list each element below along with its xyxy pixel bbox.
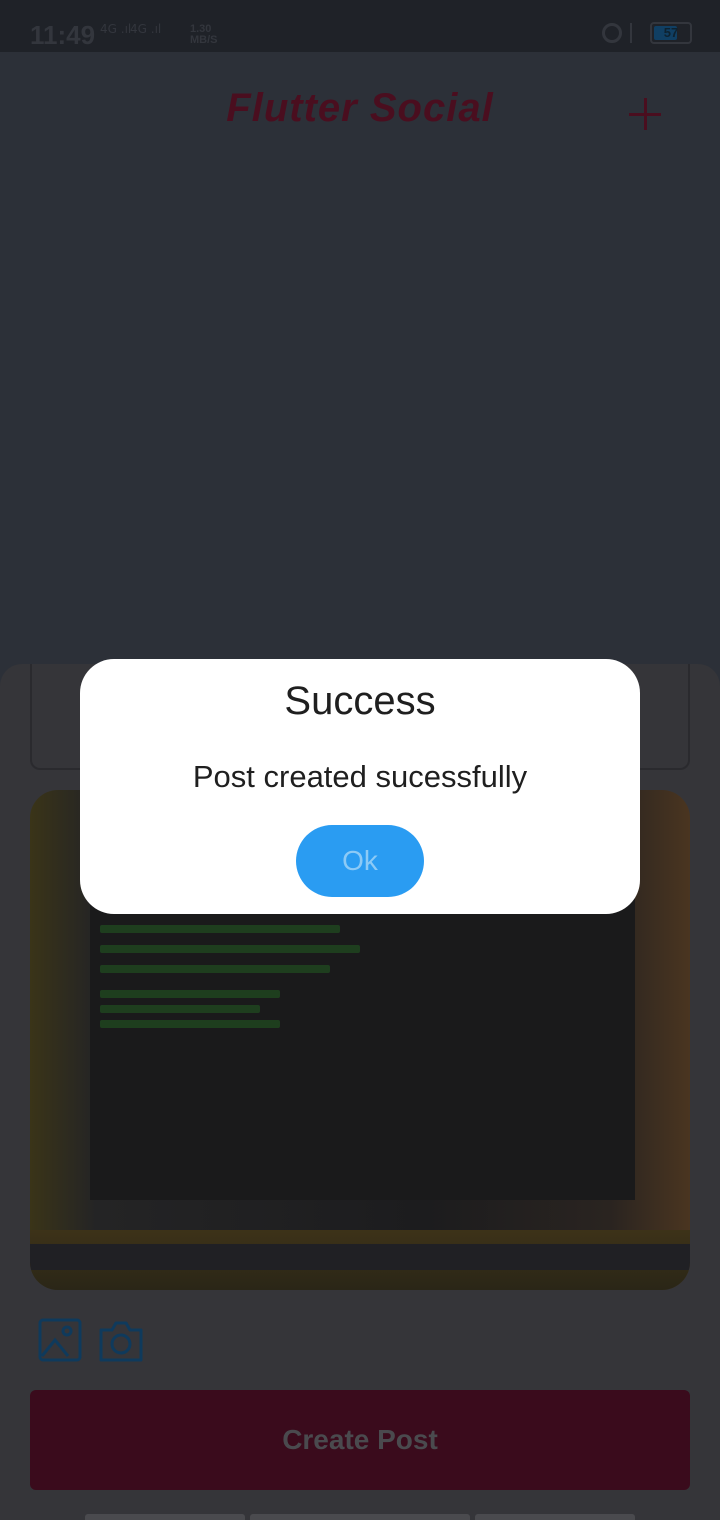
camera-icon[interactable] xyxy=(98,1318,144,1364)
status-icons: 57 xyxy=(602,22,692,44)
nav-hint xyxy=(85,1514,245,1520)
status-bar: 11:49 4G .ıl 4G .ıl 1.30 MB/S 57 xyxy=(0,0,720,52)
dialog-title: Success xyxy=(284,679,436,723)
network-speed: 1.30 MB/S xyxy=(190,24,218,46)
bluetooth-icon xyxy=(630,23,642,43)
battery-icon: 57 xyxy=(650,22,692,44)
signal-icon: 4G .ıl xyxy=(100,22,132,36)
speed-unit: MB/S xyxy=(190,34,218,46)
create-post-button[interactable]: Create Post xyxy=(30,1390,690,1490)
preview-photo-line xyxy=(100,1005,260,1013)
preview-photo-line xyxy=(100,945,360,953)
app-title: Flutter Social xyxy=(226,86,494,130)
app-bar: Flutter Social xyxy=(0,52,720,162)
success-dialog: Success Post created sucessfully Ok xyxy=(80,659,640,914)
media-buttons xyxy=(38,1318,144,1364)
add-post-plus-icon[interactable] xyxy=(620,88,670,138)
status-time: 11:49 xyxy=(30,20,96,50)
nav-hint xyxy=(475,1514,635,1520)
preview-photo-taskbar xyxy=(30,1244,690,1270)
gallery-image-icon[interactable] xyxy=(38,1318,84,1364)
preview-photo-line xyxy=(100,1020,280,1028)
alarm-icon xyxy=(602,23,622,43)
dialog-message: Post created sucessfully xyxy=(192,759,528,794)
nav-hint xyxy=(250,1514,470,1520)
preview-photo-line xyxy=(100,925,340,933)
preview-photo-line xyxy=(100,990,280,998)
ok-button[interactable]: Ok xyxy=(296,825,424,897)
preview-photo-line xyxy=(100,965,330,973)
signal-icon-2: 4G .ıl xyxy=(130,22,162,36)
battery-level: 57 xyxy=(663,25,679,40)
